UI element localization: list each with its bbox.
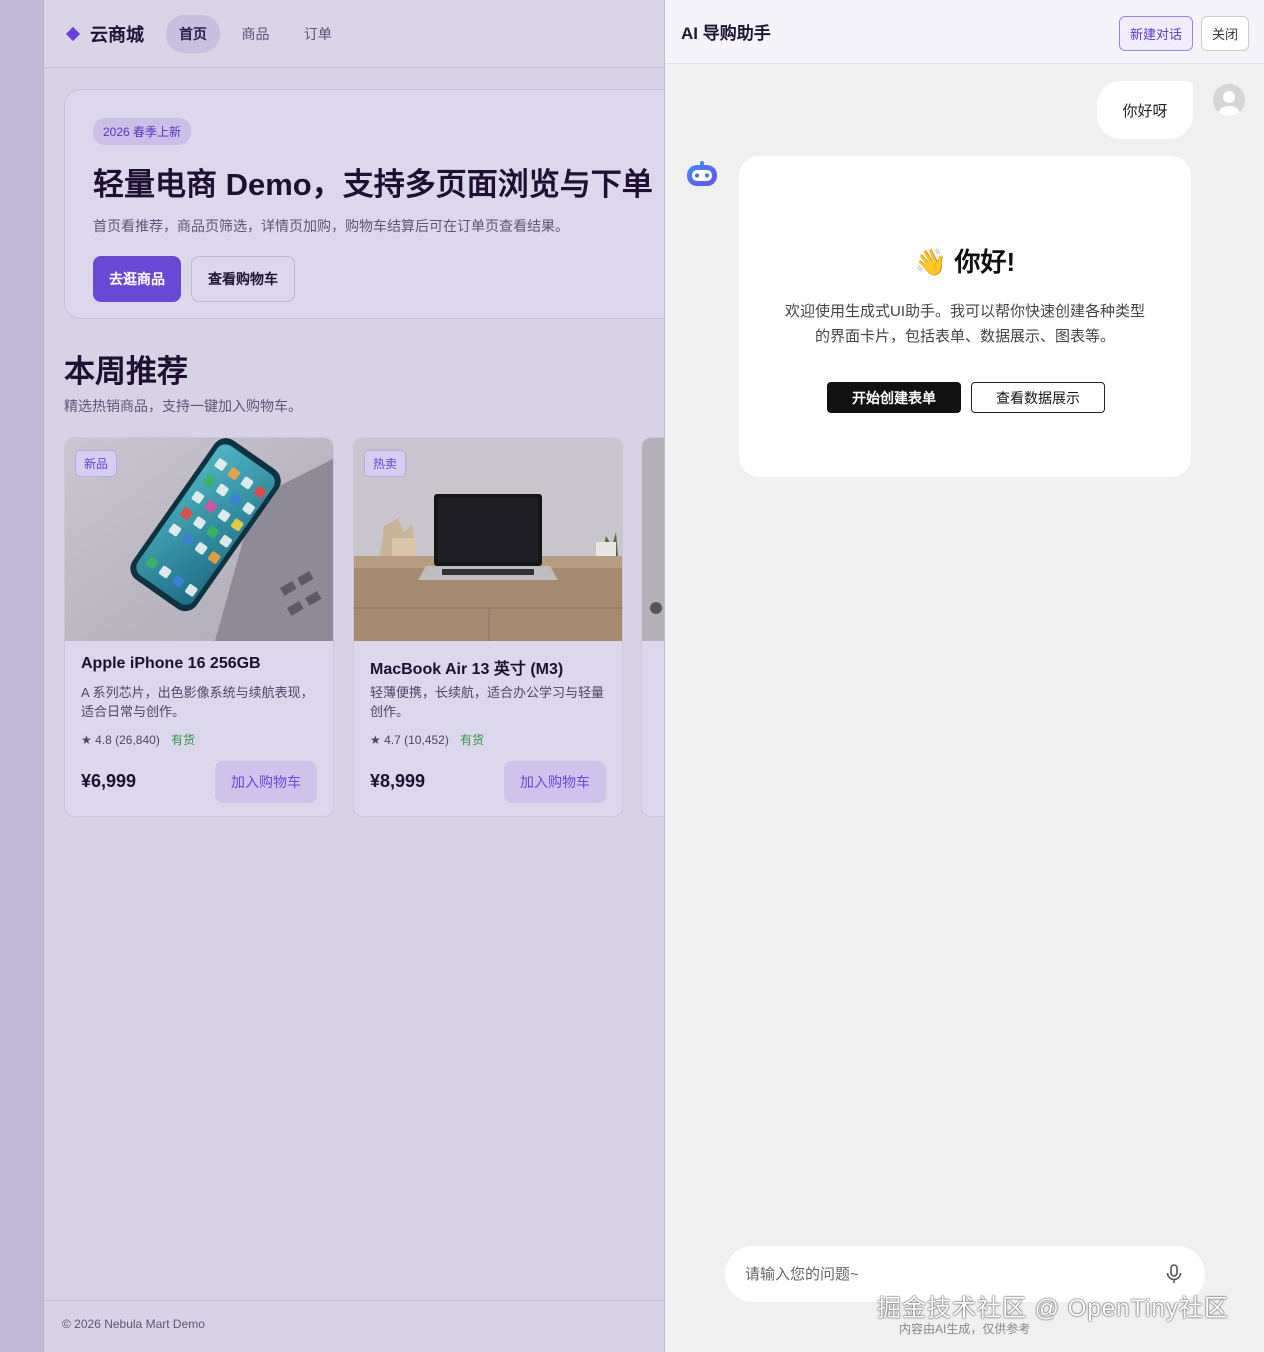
stock-status: 有货 (460, 733, 485, 747)
robot-icon (685, 160, 719, 190)
ai-disclaimer: 内容由AI生成，仅供参考 (899, 1322, 1031, 1336)
product-rating: ★ 4.7 (10,452) 有货 (370, 731, 484, 748)
product-card[interactable]: 新品 Apple iPhone 16 256GB A 系列芯片，出色影像系统与续… (64, 437, 334, 817)
section-title: 本周推荐 (64, 354, 188, 389)
product-image[interactable] (642, 438, 664, 641)
view-cart-button[interactable]: 查看购物车 (191, 256, 295, 302)
product-rating: ★ 4.8 (26,840) 有货 (81, 731, 195, 748)
product-price: ¥6,999 (81, 771, 137, 791)
main-nav: 首页 商品 订单 (166, 14, 349, 53)
section-subtitle: 精选热销商品，支持一键加入购物车。 (64, 398, 302, 414)
add-to-cart-button[interactable]: 加入购物车 (504, 761, 606, 803)
product-tag: 新品 (75, 450, 118, 477)
product-name[interactable]: MacBook Air 13 英寸 (M3) (370, 655, 563, 679)
panel-title: AI 导购助手 (681, 24, 771, 43)
review-count: (26,840) (115, 733, 160, 747)
user-avatar (1213, 84, 1245, 116)
panel-header: AI 导购助手 新建对话 关闭 (665, 0, 1264, 64)
microphone-icon[interactable] (1163, 1263, 1185, 1285)
review-count: (10,452) (404, 733, 449, 747)
product-name[interactable]: Apple iPhone 16 256GB (81, 655, 261, 673)
product-tag: 热卖 (364, 450, 407, 477)
hero-title: 轻量电商 Demo，支持多页面浏览与下单 (93, 167, 653, 202)
brand-logo[interactable]: 云商城 (64, 21, 144, 47)
product-image-macbook[interactable]: 热卖 (354, 438, 622, 641)
product-card[interactable]: 热卖 MacBook Air 13 英寸 (M3) 轻薄便携，长续航，适合办公学… (353, 437, 623, 817)
close-panel-button[interactable]: 关闭 (1200, 16, 1249, 51)
product-price: ¥8,999 (370, 771, 426, 791)
shop-page: 云商城 首页 商品 订单 2026 春季上新 轻量电商 Demo，支持多页面浏览… (44, 0, 664, 1352)
nav-products[interactable]: 商品 (228, 15, 282, 53)
hero-subtitle: 首页看推荐，商品页筛选，详情页加购，购物车结算后可在订单页查看结果。 (93, 218, 569, 234)
watermark-text: 掘金技术社区 @ OpenTiny社区 (877, 1295, 1229, 1322)
hero-badge: 2026 春季上新 (93, 118, 192, 145)
user-message: 你好呀 (1097, 81, 1193, 139)
site-footer: © 2026 Nebula Mart Demo (44, 1300, 664, 1352)
browse-products-button[interactable]: 去逛商品 (93, 256, 181, 302)
left-rail (0, 0, 44, 1352)
diamond-logo-icon (65, 26, 81, 41)
greeting-title: 👋 你好! (914, 247, 1016, 277)
stock-status: 有货 (171, 733, 196, 747)
nav-home[interactable]: 首页 (166, 14, 220, 53)
product-image-iphone[interactable]: 新品 (65, 438, 333, 641)
top-navbar: 云商城 首页 商品 订单 (44, 0, 664, 68)
new-chat-button[interactable]: 新建对话 (1118, 16, 1193, 51)
product-card-partial[interactable] (641, 437, 664, 817)
rating-score: ★ 4.7 (370, 733, 401, 747)
view-data-button[interactable]: 查看数据展示 (971, 382, 1105, 413)
hero-banner: 2026 春季上新 轻量电商 Demo，支持多页面浏览与下单 首页看推荐，商品页… (64, 89, 664, 319)
product-description: 轻薄便携，长续航，适合办公学习与轻量创作。 (370, 685, 605, 719)
create-form-button[interactable]: 开始创建表单 (827, 382, 961, 413)
ai-assistant-panel: AI 导购助手 新建对话 关闭 你好呀 👋 你好! 欢迎使用生成式UI助手。我可… (664, 0, 1264, 1352)
welcome-text: 欢迎使用生成式UI助手。我可以帮你快速创建各种类型的界面卡片，包括表单、数据展示… (785, 303, 1146, 345)
rating-score: ★ 4.8 (81, 733, 112, 747)
brand-name: 云商城 (90, 24, 144, 45)
add-to-cart-button[interactable]: 加入购物车 (215, 761, 317, 803)
assistant-welcome-card: 👋 你好! 欢迎使用生成式UI助手。我可以帮你快速创建各种类型的界面卡片，包括表… (739, 156, 1191, 477)
product-description: A 系列芯片，出色影像系统与续航表现，适合日常与创作。 (81, 685, 314, 719)
nav-orders[interactable]: 订单 (291, 15, 345, 53)
chat-input[interactable] (745, 1265, 1163, 1283)
